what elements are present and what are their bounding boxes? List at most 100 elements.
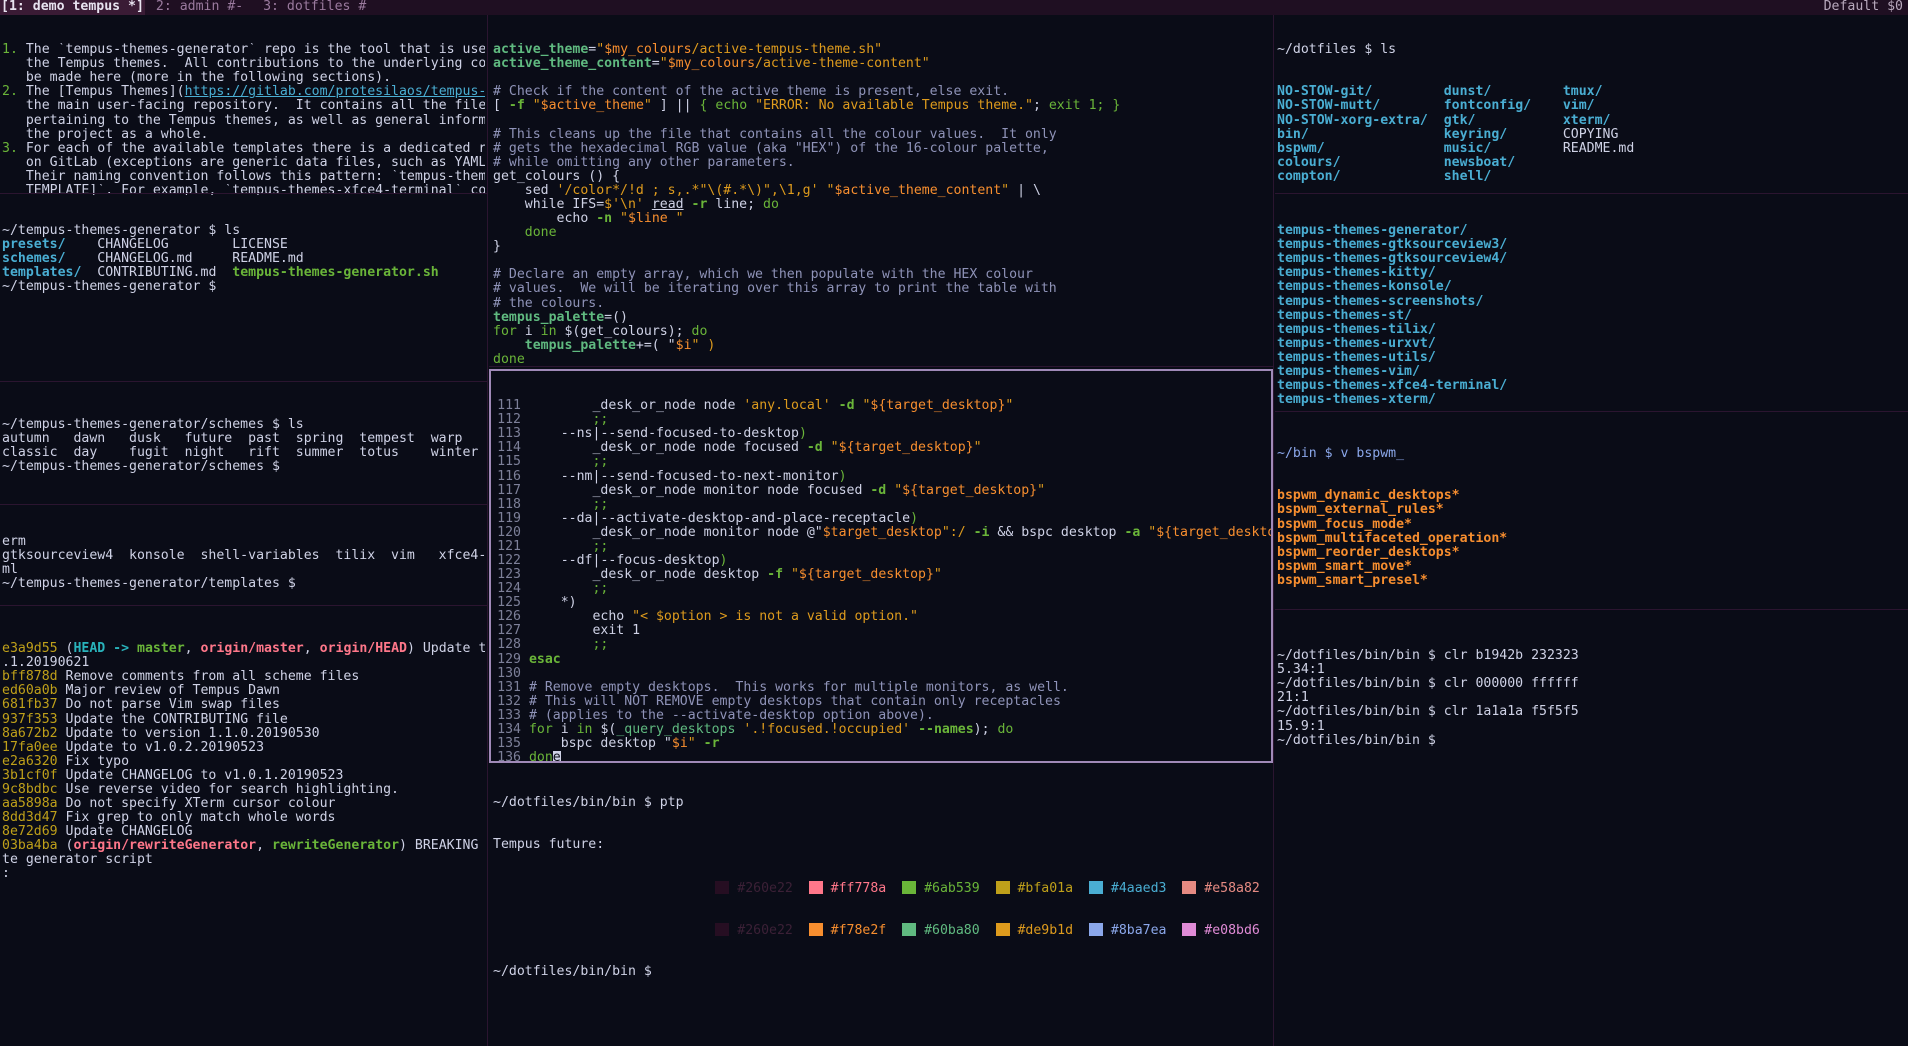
terminal-line: .1.20190621 [2, 656, 485, 670]
pane-palette-preview[interactable]: ~/dotfiles/bin/bin $ ptp Tempus future: … [491, 766, 1273, 1046]
text-span: The [17, 43, 58, 58]
pane-tempus-repos[interactable]: tempus-themes-generator/tempus-themes-gt… [1275, 196, 1908, 411]
terminal-line: schemes/ CHANGELOG.md README.md [2, 252, 485, 266]
text-span: # Declare an empty array, which we then … [493, 268, 1033, 283]
text-span: Their naming convention follows this pat… [25, 169, 485, 184]
vim-generator-pct: 44% [1239, 362, 1263, 364]
text-span: " [612, 212, 628, 227]
text-span: # while omitting any other parameters. [493, 155, 795, 170]
pane-shell-templates[interactable]: erm gtksourceview4 konsole shell-variable… [0, 507, 487, 605]
directory-entry: NO-STOW-xorg-extra/ [1277, 113, 1444, 128]
directory-entry: bin/ [1277, 127, 1444, 142]
tmux-window-2[interactable] [145, 0, 155, 14]
text-span: bff878d [2, 670, 58, 685]
text-span: CHANGELOG.md README.md [65, 252, 304, 267]
directory-entry: fontconfig/ [1443, 99, 1563, 114]
text-span: exit [1048, 99, 1081, 114]
terminal-line: the Tempus themes. All contributions to … [2, 57, 485, 71]
text-span: ;; [528, 413, 609, 428]
tmux-window-2-label[interactable]: 2: admin #- [155, 0, 244, 14]
text-span: 8a672b2 [2, 726, 58, 741]
terminal-line: autumn dawn dusk future past spring temp… [2, 432, 485, 446]
text-span: " [933, 568, 942, 583]
terminal-line: te generator script [2, 853, 485, 867]
text-span: on GitLab (exceptions are generic data f… [25, 155, 485, 170]
pane-contrast-ratio[interactable]: ~/dotfiles/bin/bin $ clr b1942b 232323 5.… [1275, 618, 1908, 1046]
text-span: $'\n' [604, 198, 644, 213]
text-span: ( [57, 839, 74, 854]
terminal-line: # while omitting any other parameters. [493, 156, 1271, 170]
pane-bspwm-scripts[interactable]: ~/bin $ v bspwm_ bspwm_dynamic_desktops*… [1275, 419, 1908, 609]
terminal-line: 15.9:1 [1277, 719, 1325, 734]
text-span: " [854, 399, 871, 414]
text-span: _desk_or_node node [528, 399, 744, 414]
text-span: done [493, 226, 557, 241]
executable-entry: bspwm_smart_move* [1277, 559, 1412, 574]
text-span: echo [493, 212, 597, 227]
text-span: 8e72d69 [2, 825, 58, 840]
terminal-line: active_theme_content="$my_colours/active… [493, 57, 1271, 71]
terminal-line: aa5898a Do not specify XTerm cursor colo… [2, 797, 485, 811]
active-pane-border-bottom [489, 761, 1273, 763]
pane-vim-bspwm-script[interactable]: 111 _desk_or_node node 'any.local' -d "$… [491, 371, 1271, 761]
text-span: ${target_desktop} [838, 441, 974, 456]
line-number: 115 [497, 455, 521, 470]
terminal-line: 132 # This will NOT REMOVE empty desktop… [491, 695, 1271, 709]
color-hex-label: #260e22 [729, 922, 809, 937]
tmux-status-bar[interactable]: [1: demo tempus *] 2: admin #- 3: dotfil… [0, 0, 1908, 15]
text-span: i [552, 722, 577, 737]
text-span: Major review of Tempus Dawn [57, 684, 280, 699]
pane-git-log[interactable]: e3a9d55 (HEAD -> master, origin/master, … [0, 611, 487, 1046]
text-span: # the colours. [493, 296, 605, 311]
text-span: line; [707, 198, 763, 213]
terminal-line: 134 for i in $(_query_desktops '.!focuse… [491, 723, 1271, 737]
text-span: Update to version 1.1.0.20190530 [57, 726, 320, 741]
text-span: do [763, 198, 779, 213]
vim-bspwm-ruler: 136,4 Bot [491, 741, 1271, 755]
text-span: ~/tempus-themes-generator/schemes $ [2, 460, 280, 475]
pane-divider [0, 605, 487, 606]
terminal-line: # Check if the content of the active the… [493, 85, 1271, 99]
text-span: tempus-themes-generator.sh [232, 266, 439, 281]
repo-directory-entry: tempus-themes-st/ [1277, 308, 1412, 323]
text-span: .1.20190621 [2, 656, 90, 671]
pane-divider [489, 366, 1273, 367]
repo-directory-entry: tempus-themes-screenshots/ [1277, 294, 1484, 309]
pane-shell-generator[interactable]: ~/tempus-themes-generator $ ls presets/ C… [0, 196, 487, 381]
text-span: --da [528, 511, 593, 526]
text-span: CHANGELOG LICENSE [65, 238, 288, 253]
terminal-line: 122 --df|--focus-desktop) [491, 554, 1271, 568]
text-span: in [540, 324, 557, 339]
text-span: " [818, 183, 835, 198]
color-hex-label: #4aaed3 [1102, 880, 1183, 895]
pane-divider [0, 381, 487, 382]
tmux-window-1[interactable]: [1: demo tempus *] [0, 0, 145, 15]
terminal-line: 2. The [Tempus Themes](https://gitlab.co… [2, 85, 485, 99]
text-span: For each of the available templates ther… [25, 141, 485, 156]
line-number: 116 [497, 469, 521, 484]
text-span: i [516, 324, 541, 339]
pane-dotfiles-ls[interactable]: ~/dotfiles $ ls NO-STOW-git/ dunst/ tmux… [1275, 15, 1908, 195]
pane-vim-readme[interactable]: 1. The `tempus-themes-generator` repo is… [0, 15, 487, 195]
text-span: ] || [651, 99, 700, 114]
text-span: # values. We will be iterating over this… [493, 282, 1057, 297]
text-span: , [303, 642, 320, 657]
pane-shell-schemes[interactable]: ~/tempus-themes-generator/schemes $ ls au… [0, 384, 487, 504]
pane-divider-vertical [1273, 15, 1274, 1046]
text-span: ) [910, 511, 919, 526]
text-span: Update to v1.0.2.20190523 [57, 740, 265, 755]
text-span: origin/HEAD [319, 642, 407, 657]
text-span: for [493, 324, 517, 339]
repo-directory-entry: tempus-themes-gtksourceview4/ [1277, 252, 1508, 267]
pane-vim-generator-script[interactable]: active_theme="$my_colours/active-tempus-… [491, 15, 1273, 363]
tmux-window-3-label[interactable]: 3: dotfiles # [262, 0, 367, 14]
text-span: " [667, 212, 684, 227]
text-span: "< $option > is not a valid option." [632, 610, 918, 625]
text-span: erm [2, 535, 26, 550]
color-swatch [1182, 880, 1197, 894]
text-span: active_theme [493, 43, 589, 58]
text-span: Update CHANGELOG [57, 825, 193, 840]
text-span: -d [838, 399, 855, 414]
pane-divider-vertical [487, 15, 488, 1046]
